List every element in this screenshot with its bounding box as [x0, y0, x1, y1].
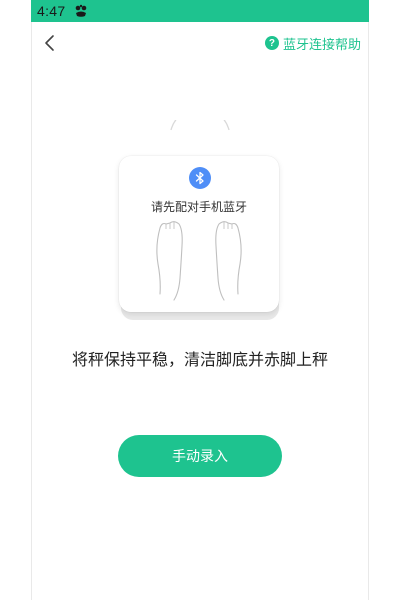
weighing-instruction: 将秤保持平稳，清洁脚底并赤脚上秤 [71, 350, 328, 369]
status-bar: 4:47 [31, 0, 369, 22]
bluetooth-help-label: 蓝牙连接帮助 [282, 37, 361, 53]
bare-feet-icon [156, 221, 242, 301]
frame-divider-right [368, 22, 369, 600]
scale-illustration-card: 请先配对手机蓝牙 [119, 156, 279, 312]
bluetooth-help-link[interactable]: ? 蓝牙连接帮助 [264, 33, 361, 53]
chevron-left-icon [45, 35, 54, 51]
bluetooth-badge [189, 167, 211, 189]
app-notification-icon [75, 4, 87, 17]
pair-bluetooth-prompt: 请先配对手机蓝牙 [150, 200, 247, 214]
question-circle-icon: ? [264, 36, 279, 50]
status-time: 4:47 [37, 3, 66, 19]
back-button[interactable] [38, 30, 64, 56]
frame-divider-left [31, 22, 32, 600]
bluetooth-icon [195, 171, 204, 185]
manual-entry-button[interactable]: 手动录入 [118, 435, 282, 477]
scale-pairing-screen: 4:47 ? 蓝牙连接帮助 请先配对手机蓝牙 将秤保持平稳，清洁脚底并赤脚上秤 … [0, 0, 400, 600]
